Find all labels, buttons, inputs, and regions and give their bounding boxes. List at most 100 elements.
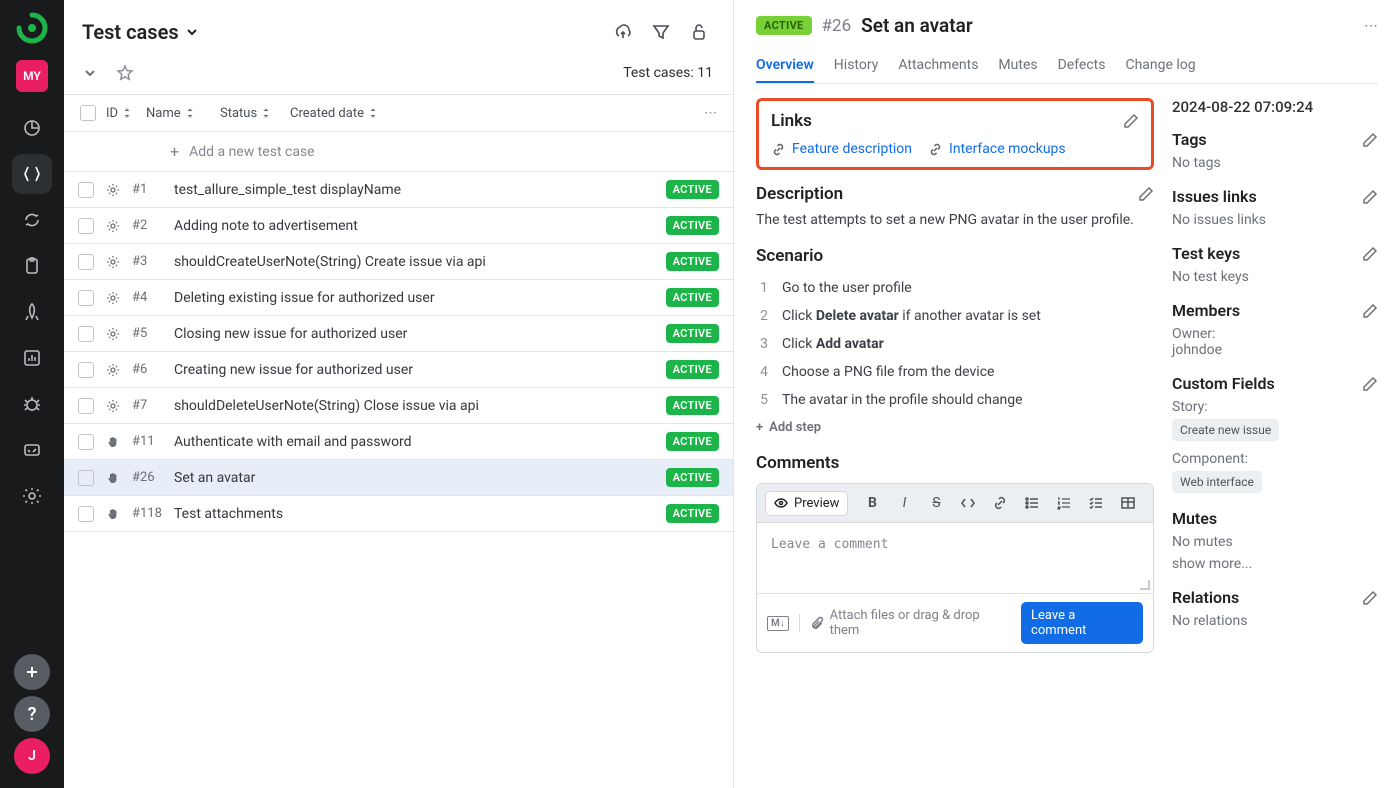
edit-links-button[interactable]: [1123, 113, 1139, 129]
link-button[interactable]: [986, 490, 1014, 516]
sort-icon[interactable]: [122, 107, 132, 119]
nav-environments[interactable]: [12, 430, 52, 470]
row-checkbox[interactable]: [78, 218, 94, 234]
add-button[interactable]: [14, 654, 50, 690]
sidebar: MY ? J: [0, 0, 64, 788]
edit-relations-button[interactable]: [1362, 590, 1378, 606]
table-row[interactable]: #26 Set an avatar ACTIVE: [64, 460, 733, 496]
nav-dashboard[interactable]: [12, 108, 52, 148]
table-row[interactable]: #118 Test attachments ACTIVE: [64, 496, 733, 532]
star-icon[interactable]: [116, 64, 134, 82]
table-row[interactable]: #3 shouldCreateUserNote(String) Create i…: [64, 244, 733, 280]
column-status[interactable]: Status: [220, 106, 257, 121]
select-all-checkbox[interactable]: [80, 105, 96, 121]
preview-button[interactable]: Preview: [765, 491, 848, 516]
edit-members-button[interactable]: [1362, 303, 1378, 319]
app-logo[interactable]: [16, 12, 48, 44]
tab-mutes[interactable]: Mutes: [998, 49, 1037, 83]
table-row[interactable]: #5 Closing new issue for authorized user…: [64, 316, 733, 352]
bold-button[interactable]: B: [858, 490, 886, 516]
strike-button[interactable]: S: [922, 490, 950, 516]
description-title: Description: [756, 184, 843, 204]
step-text: Click Delete avatar if another avatar is…: [782, 308, 1041, 324]
sort-icon[interactable]: [368, 107, 378, 119]
add-test-case[interactable]: + Add a new test case: [64, 132, 733, 172]
link-item[interactable]: Interface mockups: [928, 141, 1066, 157]
submit-comment-button[interactable]: Leave a comment: [1021, 602, 1143, 644]
created-date: 2024-08-22 07:09:24: [1172, 98, 1378, 116]
row-checkbox[interactable]: [78, 326, 94, 342]
attach-hint[interactable]: Attach files or drag & drop them: [810, 608, 1011, 638]
help-button[interactable]: ?: [14, 696, 50, 732]
nav-clipboard[interactable]: [12, 246, 52, 286]
tab-attachments[interactable]: Attachments: [898, 49, 978, 83]
italic-button[interactable]: I: [890, 490, 918, 516]
row-id: #11: [132, 434, 164, 449]
edit-description-button[interactable]: [1138, 186, 1154, 202]
nav-launches[interactable]: [12, 292, 52, 332]
gear-icon: [104, 182, 122, 198]
user-avatar[interactable]: J: [14, 738, 50, 774]
edit-testkeys-button[interactable]: [1362, 246, 1378, 262]
scenario-step[interactable]: 3Click Add avatar: [756, 330, 1154, 358]
tab-defects[interactable]: Defects: [1058, 49, 1106, 83]
tab-overview[interactable]: Overview: [756, 49, 814, 83]
upload-button[interactable]: [609, 18, 637, 46]
issues-value: No issues links: [1172, 212, 1378, 228]
sort-icon[interactable]: [261, 107, 271, 119]
scenario-step[interactable]: 5The avatar in the profile should change: [756, 386, 1154, 414]
nav-cycles[interactable]: [12, 200, 52, 240]
add-step-button[interactable]: + Add step: [756, 420, 1154, 435]
show-more-button[interactable]: show more...: [1172, 556, 1378, 572]
page-title[interactable]: Test cases: [82, 20, 199, 44]
row-checkbox[interactable]: [78, 290, 94, 306]
table-row[interactable]: #6 Creating new issue for authorized use…: [64, 352, 733, 388]
story-label: Story:: [1172, 399, 1378, 415]
table-button[interactable]: [1114, 490, 1142, 516]
row-checkbox[interactable]: [78, 398, 94, 414]
scenario-step[interactable]: 1Go to the user profile: [756, 274, 1154, 302]
edit-custom-button[interactable]: [1362, 376, 1378, 392]
row-checkbox[interactable]: [78, 506, 94, 522]
nav-defects[interactable]: [12, 384, 52, 424]
nav-settings[interactable]: [12, 476, 52, 516]
row-checkbox[interactable]: [78, 362, 94, 378]
comment-textarea[interactable]: Leave a comment: [757, 523, 1153, 593]
row-checkbox[interactable]: [78, 470, 94, 486]
link-item[interactable]: Feature description: [771, 141, 912, 157]
component-tag[interactable]: Web interface: [1172, 471, 1262, 493]
story-tag[interactable]: Create new issue: [1172, 419, 1279, 441]
table-row[interactable]: #11 Authenticate with email and password…: [64, 424, 733, 460]
row-checkbox[interactable]: [78, 182, 94, 198]
table-row[interactable]: #2 Adding note to advertisement ACTIVE: [64, 208, 733, 244]
workspace-badge[interactable]: MY: [16, 60, 48, 92]
column-id[interactable]: ID: [106, 106, 118, 121]
ol-button[interactable]: [1050, 490, 1078, 516]
plus-icon: +: [170, 142, 179, 161]
scenario-step[interactable]: 4Choose a PNG file from the device: [756, 358, 1154, 386]
row-checkbox[interactable]: [78, 434, 94, 450]
table-row[interactable]: #4 Deleting existing issue for authorize…: [64, 280, 733, 316]
tab-history[interactable]: History: [834, 49, 879, 83]
sort-icon[interactable]: [185, 107, 195, 119]
nav-analytics[interactable]: [12, 338, 52, 378]
row-checkbox[interactable]: [78, 254, 94, 270]
edit-issues-button[interactable]: [1362, 189, 1378, 205]
more-columns[interactable]: ⋯: [704, 106, 717, 121]
checklist-button[interactable]: [1082, 490, 1110, 516]
edit-tags-button[interactable]: [1362, 132, 1378, 148]
table-row[interactable]: #7 shouldDeleteUserNote(String) Close is…: [64, 388, 733, 424]
nav-testcases[interactable]: [12, 154, 52, 194]
collapse-icon[interactable]: [82, 65, 98, 81]
code-button[interactable]: [954, 490, 982, 516]
column-name[interactable]: Name: [146, 106, 181, 121]
table-row[interactable]: #1 test_allure_simple_test displayName A…: [64, 172, 733, 208]
row-id: #3: [132, 254, 164, 269]
column-created[interactable]: Created date: [290, 106, 364, 121]
filter-button[interactable]: [647, 18, 675, 46]
ul-button[interactable]: [1018, 490, 1046, 516]
tab-change-log[interactable]: Change log: [1125, 49, 1195, 83]
scenario-step[interactable]: 2Click Delete avatar if another avatar i…: [756, 302, 1154, 330]
detail-more-button[interactable]: ⋯: [1364, 18, 1378, 34]
lock-button[interactable]: [685, 18, 713, 46]
